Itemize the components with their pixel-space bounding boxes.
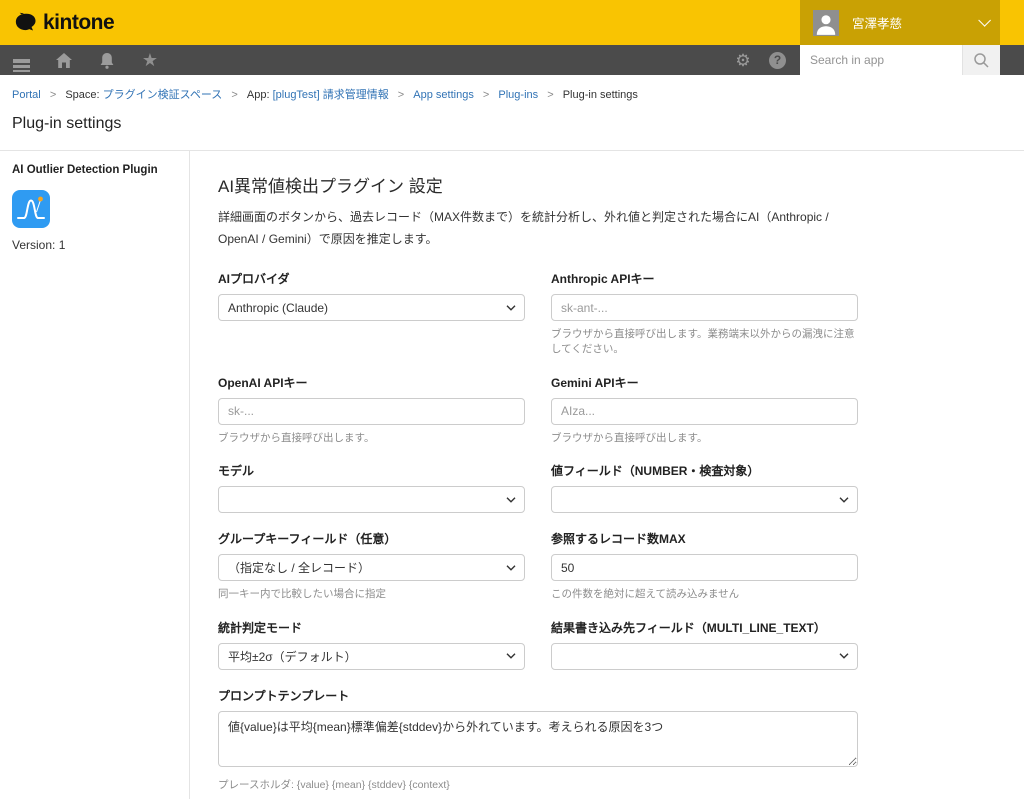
favorites-star-icon[interactable]: ★ bbox=[139, 49, 161, 71]
settings-gear-icon[interactable]: ⚙ bbox=[732, 49, 754, 71]
chevron-down-icon bbox=[506, 497, 516, 503]
stat-mode-select[interactable]: 平均±2σ（デフォルト） bbox=[218, 643, 525, 670]
anthropic-key-helper: ブラウザから直接呼び出します。業務端末以外からの漏洩に注意してください。 bbox=[551, 327, 858, 356]
stat-mode-label: 統計判定モード bbox=[218, 619, 525, 636]
form-row: 統計判定モード 平均±2σ（デフォルト） 結果書き込み先フィールド（MULTI_… bbox=[218, 619, 858, 670]
value-field-select[interactable] bbox=[551, 486, 858, 513]
settings-heading: AI異常値検出プラグイン 設定 bbox=[218, 172, 858, 197]
model-select[interactable] bbox=[218, 486, 525, 513]
max-records-label: 参照するレコード数MAX bbox=[551, 530, 858, 547]
chevron-down-icon bbox=[506, 565, 516, 571]
openai-key-label: OpenAI APIキー bbox=[218, 374, 525, 391]
max-records-input[interactable] bbox=[551, 554, 858, 581]
provider-select-value: Anthropic (Claude) bbox=[228, 301, 328, 315]
app-header: kintone 宮澤孝慈 bbox=[0, 0, 1024, 45]
form-row: モデル 値フィールド（NUMBER・検査対象） bbox=[218, 462, 858, 513]
field-openai-key: OpenAI APIキー ブラウザから直接呼び出します。 bbox=[218, 374, 525, 446]
app-search bbox=[800, 45, 1000, 75]
group-key-select[interactable]: （指定なし / 全レコード） bbox=[218, 554, 525, 581]
breadcrumb-app-settings[interactable]: App settings bbox=[413, 89, 474, 101]
breadcrumb-plugins[interactable]: Plug-ins bbox=[498, 89, 538, 101]
field-provider: AIプロバイダ Anthropic (Claude) bbox=[218, 270, 525, 356]
breadcrumb-separator: > bbox=[231, 89, 237, 101]
gemini-key-label: Gemini APIキー bbox=[551, 374, 858, 391]
breadcrumb-app-prefix: App: bbox=[247, 89, 270, 101]
field-result-field: 結果書き込み先フィールド（MULTI_LINE_TEXT） bbox=[551, 619, 858, 670]
chevron-down-icon bbox=[506, 305, 516, 311]
page-title-row: Plug-in settings bbox=[0, 115, 1024, 151]
result-field-select[interactable] bbox=[551, 643, 858, 670]
plugin-sidebar: AI Outlier Detection Plugin Version: 1 bbox=[0, 151, 190, 799]
group-key-label: グループキーフィールド（任意） bbox=[218, 530, 525, 547]
openai-key-input[interactable] bbox=[218, 398, 525, 425]
form-row: OpenAI APIキー ブラウザから直接呼び出します。 Gemini APIキ… bbox=[218, 374, 858, 446]
notifications-bell-icon[interactable] bbox=[96, 49, 118, 71]
breadcrumb-separator: > bbox=[547, 89, 553, 101]
breadcrumb-separator: > bbox=[50, 89, 56, 101]
prompt-template-label: プロンプトテンプレート bbox=[218, 687, 858, 704]
anthropic-key-label: Anthropic APIキー bbox=[551, 270, 858, 287]
plugin-icon bbox=[12, 190, 50, 228]
user-avatar-icon bbox=[813, 10, 839, 36]
max-records-helper: この件数を絶対に超えて読み込みません bbox=[551, 587, 858, 602]
home-icon[interactable] bbox=[53, 49, 75, 71]
content-area: AI Outlier Detection Plugin Version: 1 A… bbox=[0, 151, 1024, 799]
field-model: モデル bbox=[218, 462, 525, 513]
openai-key-helper: ブラウザから直接呼び出します。 bbox=[218, 431, 525, 446]
chevron-down-icon bbox=[839, 653, 849, 659]
breadcrumb-separator: > bbox=[483, 89, 489, 101]
settings-main: AI異常値検出プラグイン 設定 詳細画面のボタンから、過去レコード（MAX件数ま… bbox=[190, 151, 858, 799]
form-row: AIプロバイダ Anthropic (Claude) Anthropic API… bbox=[218, 270, 858, 356]
search-input[interactable] bbox=[800, 45, 962, 75]
field-prompt-template: プロンプトテンプレート 値{value}は平均{mean}標準偏差{stddev… bbox=[218, 687, 858, 793]
logo-text: kintone bbox=[43, 11, 114, 35]
provider-select[interactable]: Anthropic (Claude) bbox=[218, 294, 525, 321]
help-icon[interactable]: ? bbox=[769, 52, 786, 69]
prompt-template-textarea[interactable]: 値{value}は平均{mean}標準偏差{stddev}から外れています。考え… bbox=[218, 711, 858, 767]
field-max-records: 参照するレコード数MAX この件数を絶対に超えて読み込みません bbox=[551, 530, 858, 602]
model-label: モデル bbox=[218, 462, 525, 479]
chevron-down-icon bbox=[506, 653, 516, 659]
search-icon bbox=[973, 52, 990, 69]
kintone-logo-icon bbox=[14, 12, 38, 33]
breadcrumb-app[interactable]: [plugTest] 請求管理情報 bbox=[273, 89, 389, 101]
plugin-version: Version: 1 bbox=[12, 238, 177, 252]
anthropic-key-input[interactable] bbox=[551, 294, 858, 321]
nav-right-tools: ⚙ ? bbox=[732, 45, 1000, 75]
field-stat-mode: 統計判定モード 平均±2σ（デフォルト） bbox=[218, 619, 525, 670]
prompt-template-helper: プレースホルダ: {value} {mean} {stddev} {contex… bbox=[218, 778, 858, 793]
page-title: Plug-in settings bbox=[12, 115, 1012, 133]
field-value-field: 値フィールド（NUMBER・検査対象） bbox=[551, 462, 858, 513]
breadcrumb-current: Plug-in settings bbox=[563, 89, 638, 101]
kintone-logo[interactable]: kintone bbox=[14, 11, 114, 35]
global-navbar: ★ ⚙ ? bbox=[0, 45, 1024, 75]
plugin-name: AI Outlier Detection Plugin bbox=[12, 163, 177, 178]
field-gemini-key: Gemini APIキー ブラウザから直接呼び出します。 bbox=[551, 374, 858, 446]
settings-description: 詳細画面のボタンから、過去レコード（MAX件数まで）を統計分析し、外れ値と判定さ… bbox=[218, 207, 858, 250]
result-field-label: 結果書き込み先フィールド（MULTI_LINE_TEXT） bbox=[551, 619, 858, 636]
breadcrumb-portal[interactable]: Portal bbox=[12, 89, 41, 101]
form-row: グループキーフィールド（任意） （指定なし / 全レコード） 同一キー内で比較し… bbox=[218, 530, 858, 602]
breadcrumb: Portal > Space: プラグイン検証スペース > App: [plug… bbox=[0, 75, 1024, 102]
group-key-select-value: （指定なし / 全レコード） bbox=[228, 559, 370, 576]
field-anthropic-key: Anthropic APIキー ブラウザから直接呼び出します。業務端末以外からの… bbox=[551, 270, 858, 356]
group-key-helper: 同一キー内で比較したい場合に指定 bbox=[218, 587, 525, 602]
chevron-down-icon bbox=[839, 497, 849, 503]
breadcrumb-space[interactable]: プラグイン検証スペース bbox=[103, 89, 223, 101]
chevron-down-icon bbox=[978, 14, 991, 27]
settings-form: AI異常値検出プラグイン 設定 詳細画面のボタンから、過去レコード（MAX件数ま… bbox=[218, 172, 858, 799]
breadcrumb-space-prefix: Space: bbox=[65, 89, 99, 101]
search-button[interactable] bbox=[962, 45, 1000, 75]
field-group-key: グループキーフィールド（任意） （指定なし / 全レコード） 同一キー内で比較し… bbox=[218, 530, 525, 602]
stat-mode-select-value: 平均±2σ（デフォルト） bbox=[228, 648, 357, 665]
provider-label: AIプロバイダ bbox=[218, 270, 525, 287]
nav-left-icons: ★ bbox=[10, 49, 161, 71]
gemini-key-helper: ブラウザから直接呼び出します。 bbox=[551, 431, 858, 446]
hamburger-menu-icon[interactable] bbox=[10, 49, 32, 71]
user-menu[interactable]: 宮澤孝慈 bbox=[800, 0, 1000, 45]
value-field-label: 値フィールド（NUMBER・検査対象） bbox=[551, 462, 858, 479]
breadcrumb-separator: > bbox=[398, 89, 404, 101]
gemini-key-input[interactable] bbox=[551, 398, 858, 425]
user-name: 宮澤孝慈 bbox=[852, 13, 978, 32]
